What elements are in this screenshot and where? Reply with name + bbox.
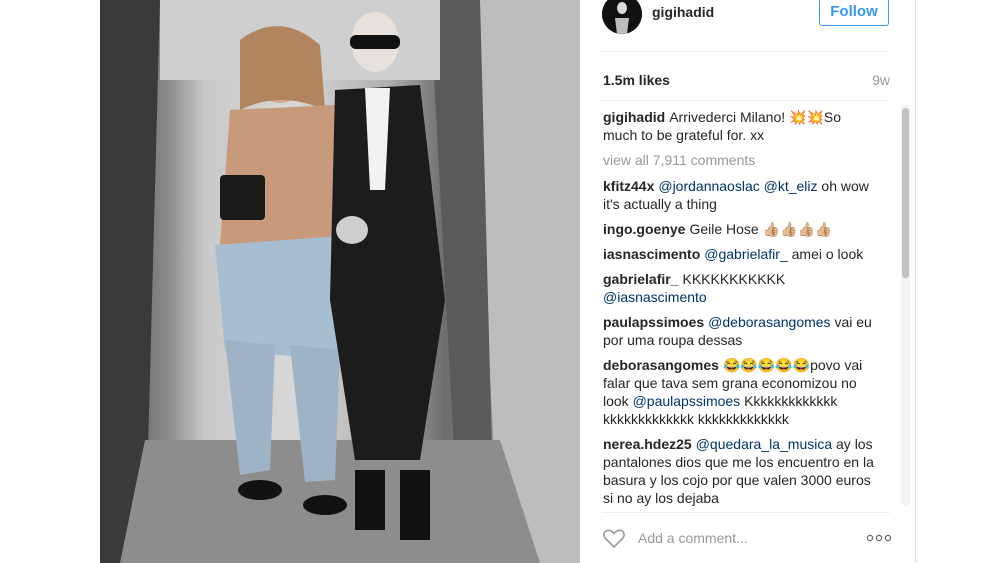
comment-username[interactable]: paulapssimoes xyxy=(603,314,704,330)
comment-text: Geile Hose 👍🏼👍🏼👍🏼👍🏼 xyxy=(689,221,833,237)
comment-mention[interactable]: @gabrielafir_ xyxy=(704,246,787,262)
comment-text: amei o look xyxy=(787,246,864,262)
comment-username[interactable]: deborasangomes xyxy=(603,357,719,373)
caption: gigihadid Arrivederci Milano! 💥💥So much t… xyxy=(603,108,878,144)
comment-username[interactable]: nerea.hdez25 xyxy=(603,436,692,452)
comment-username[interactable]: kfitz44x xyxy=(603,178,654,194)
divider xyxy=(602,100,890,101)
comment-mention[interactable]: @deborasangomes xyxy=(708,314,830,330)
photo-illustration xyxy=(100,0,580,563)
comments-scrollbar[interactable] xyxy=(901,104,910,506)
list-item: kfitz44x @jordannaoslac @kt_eliz oh wow i… xyxy=(603,177,878,213)
comment-username[interactable]: gabrielafir_ xyxy=(603,271,678,287)
list-item: gabrielafir_ KKKKKKKKKKK @iasnascimento xyxy=(603,270,878,306)
post-photo xyxy=(100,0,580,563)
list-item: deborasangomes 😂😂😂😂😂povo vai falar que ta… xyxy=(603,356,878,428)
comment-username[interactable]: gigihadid xyxy=(603,109,665,125)
comments-list: gigihadid Arrivederci Milano! 💥💥So much t… xyxy=(603,108,878,508)
comment-text: KKKKKKKKKKK xyxy=(682,271,786,287)
comment-username[interactable]: iasnascimento xyxy=(603,246,700,262)
heart-icon[interactable] xyxy=(602,526,626,550)
comment-username[interactable]: ingo.goenye xyxy=(603,221,685,237)
list-item: iasnascimento @gabrielafir_ amei o look xyxy=(603,245,878,263)
add-comment-input[interactable] xyxy=(638,528,858,548)
list-item: nerea.hdez25 @quedara_la_musica ay los pa… xyxy=(603,435,878,507)
avatar[interactable] xyxy=(602,0,642,34)
comment-mention[interactable]: @quedara_la_musica xyxy=(696,436,832,452)
list-item: ingo.goenye Geile Hose 👍🏼👍🏼👍🏼👍🏼 xyxy=(603,220,878,238)
post-panel: gigihadid Follow 1.5m likes 9w gigihadid… xyxy=(580,0,916,563)
divider xyxy=(602,512,890,513)
comment-mention[interactable]: @jordannaoslac @kt_eliz xyxy=(658,178,817,194)
post-age[interactable]: 9w xyxy=(872,72,890,88)
comment-bar xyxy=(602,526,892,552)
likes-count[interactable]: 1.5m likes xyxy=(603,72,670,88)
scrollbar-thumb[interactable] xyxy=(902,108,909,278)
more-options-icon[interactable] xyxy=(866,534,892,542)
comment-mention[interactable]: @paulapssimoes xyxy=(633,393,741,409)
list-item: paulapssimoes @deborasangomes vai eu por … xyxy=(603,313,878,349)
username-link[interactable]: gigihadid xyxy=(652,4,714,20)
follow-button[interactable]: Follow xyxy=(819,0,889,26)
comment-mention[interactable]: @iasnascimento xyxy=(603,289,707,305)
view-all-comments-link[interactable]: view all 7,911 comments xyxy=(603,151,878,169)
divider xyxy=(602,51,890,52)
avatar-image xyxy=(602,0,642,34)
post-header: gigihadid Follow xyxy=(580,0,915,51)
